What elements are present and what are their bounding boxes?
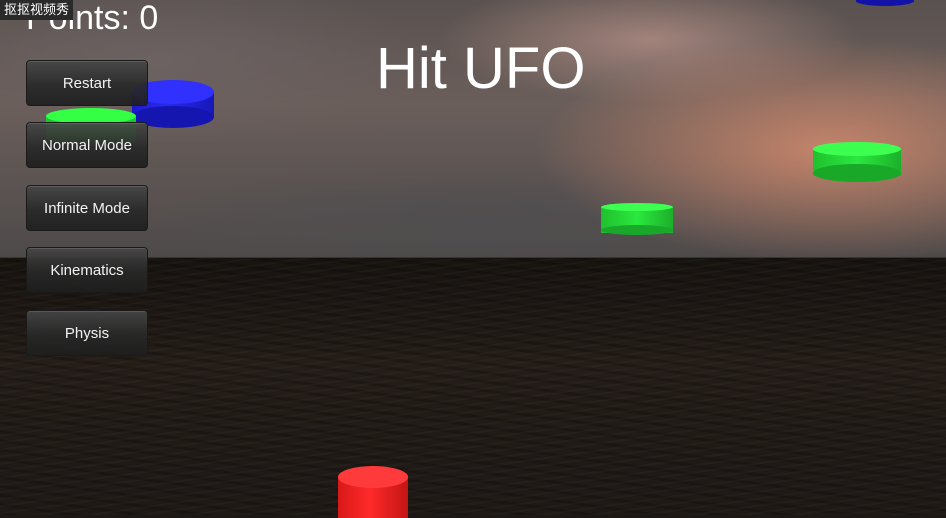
ufo-red-bottom[interactable] — [338, 466, 408, 518]
ufo-green-right[interactable] — [813, 142, 901, 184]
infinite-mode-button[interactable]: Infinite Mode — [26, 185, 148, 231]
normal-mode-button[interactable]: Normal Mode — [26, 122, 148, 168]
watermark-label: 抠抠视频秀 — [0, 0, 74, 20]
physis-button[interactable]: Physis — [26, 310, 148, 356]
game-title: Hit UFO — [376, 36, 586, 101]
kinematics-button[interactable]: Kinematics — [26, 247, 148, 293]
ufo-blue-top-right[interactable] — [856, 0, 914, 8]
restart-button[interactable]: Restart — [26, 60, 148, 106]
ground-plane — [0, 257, 946, 515]
ufo-green-center[interactable] — [601, 203, 673, 237]
